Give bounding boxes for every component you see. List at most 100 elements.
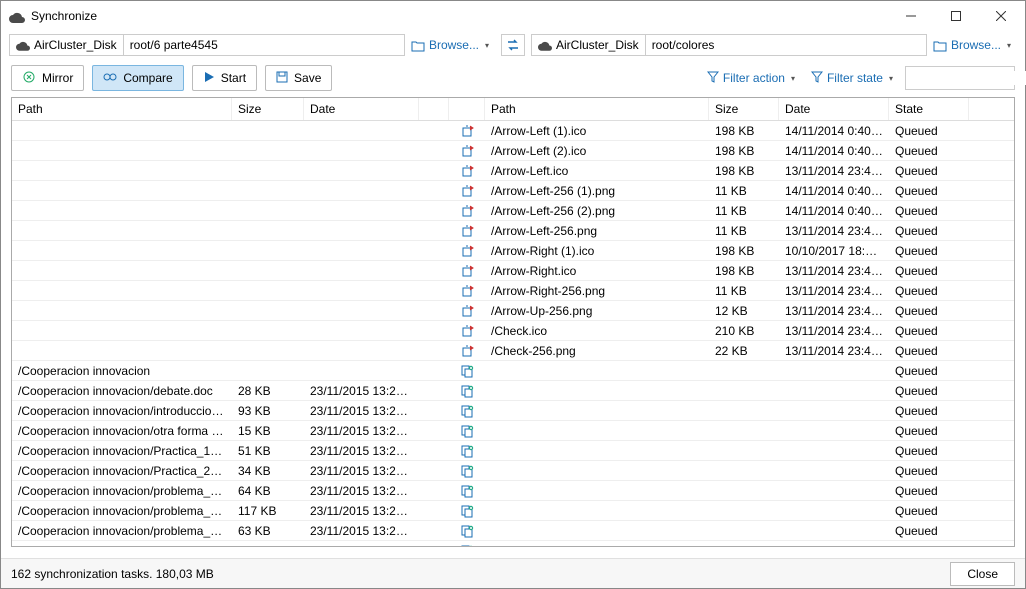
- table-row[interactable]: /Arrow-Left-256 (2).png11 KB14/11/2014 0…: [12, 201, 1014, 221]
- search-input[interactable]: [906, 71, 1026, 85]
- table-row[interactable]: /Arrow-Right (1).ico198 KB10/10/2017 18:…: [12, 241, 1014, 261]
- table-row[interactable]: /Arrow-Right-256.png11 KB13/11/2014 23:4…: [12, 281, 1014, 301]
- table-row[interactable]: /Arrow-Left.ico198 KB13/11/2014 23:40:28…: [12, 161, 1014, 181]
- right-action-icon[interactable]: [449, 484, 485, 498]
- right-action-icon[interactable]: [449, 124, 485, 138]
- cell-right-state: Queued: [889, 344, 969, 358]
- table-row[interactable]: /Arrow-Left-256 (1).png11 KB14/11/2014 0…: [12, 181, 1014, 201]
- right-action-icon[interactable]: [449, 224, 485, 238]
- maximize-button[interactable]: [933, 1, 978, 31]
- right-action-icon[interactable]: [449, 184, 485, 198]
- right-action-icon[interactable]: [449, 264, 485, 278]
- cell-right-state: Queued: [889, 204, 969, 218]
- folder-icon: [933, 38, 947, 52]
- col-right-state[interactable]: State: [889, 98, 969, 120]
- col-left-size[interactable]: Size: [232, 98, 304, 120]
- cell-left-path: /Cooperacion innovacion/otra forma de in…: [12, 424, 232, 438]
- cell-right-state: Queued: [889, 244, 969, 258]
- cell-right-state: Queued: [889, 464, 969, 478]
- right-action-icon[interactable]: [449, 144, 485, 158]
- table-row[interactable]: /Cooperacion innovacion/Practica_1_coope…: [12, 441, 1014, 461]
- cell-right-path: /Arrow-Left-256.png: [485, 224, 709, 238]
- col-right-path[interactable]: Path: [485, 98, 709, 120]
- right-path-input[interactable]: root/colores: [646, 38, 926, 52]
- cloud-icon: [538, 38, 552, 52]
- right-action-icon[interactable]: [449, 324, 485, 338]
- mirror-button[interactable]: Mirror: [11, 65, 84, 91]
- close-window-button[interactable]: [978, 1, 1023, 31]
- table-row[interactable]: /Arrow-Right.ico198 KB13/11/2014 23:40:5…: [12, 261, 1014, 281]
- table-row[interactable]: /Cooperacion innovacion/problema_01_Inn.…: [12, 501, 1014, 521]
- browse-label: Browse...: [429, 38, 479, 52]
- table-row[interactable]: /Check-256.png22 KB13/11/2014 23:41:54Qu…: [12, 341, 1014, 361]
- start-button[interactable]: Start: [192, 65, 257, 91]
- right-action-icon[interactable]: [449, 344, 485, 358]
- filter-state-dropdown[interactable]: Filter state: [807, 71, 897, 86]
- cell-right-state: Queued: [889, 524, 969, 538]
- table-row[interactable]: /Cooperacion innovacion/Practica_2_coope…: [12, 461, 1014, 481]
- col-left-path[interactable]: Path: [12, 98, 232, 120]
- compare-icon: [103, 70, 117, 87]
- minimize-button[interactable]: [888, 1, 933, 31]
- cell-left-date: 23/11/2015 13:23:37: [304, 504, 419, 518]
- col-right-action[interactable]: [449, 98, 485, 120]
- cell-right-path: /Arrow-Left (1).ico: [485, 124, 709, 138]
- right-action-icon[interactable]: [449, 404, 485, 418]
- close-button[interactable]: Close: [950, 562, 1015, 586]
- col-left-action[interactable]: [419, 98, 449, 120]
- table-row[interactable]: /Cooperacion innovacion/problema_01_S50.…: [12, 541, 1014, 546]
- col-right-date[interactable]: Date: [779, 98, 889, 120]
- cell-left-size: 15 KB: [232, 424, 304, 438]
- right-action-icon[interactable]: [449, 304, 485, 318]
- right-action-icon[interactable]: [449, 284, 485, 298]
- left-path-input[interactable]: root/6 parte4545: [124, 38, 404, 52]
- right-action-icon[interactable]: [449, 444, 485, 458]
- cell-right-date: 14/11/2014 0:40:32: [779, 204, 889, 218]
- right-action-icon[interactable]: [449, 384, 485, 398]
- right-action-icon[interactable]: [449, 164, 485, 178]
- right-action-icon[interactable]: [449, 524, 485, 538]
- table-row[interactable]: /Cooperacion innovacion/otra forma de in…: [12, 421, 1014, 441]
- mirror-icon: [22, 70, 36, 87]
- filter-action-dropdown[interactable]: Filter action: [703, 71, 799, 86]
- right-action-icon[interactable]: [449, 544, 485, 547]
- cell-right-date: 14/11/2014 0:40:28: [779, 144, 889, 158]
- left-browse-button[interactable]: Browse...: [405, 34, 495, 56]
- right-action-icon[interactable]: [449, 464, 485, 478]
- table-row[interactable]: /Cooperacion innovacionQueued: [12, 361, 1014, 381]
- table-row[interactable]: /Check.ico210 KB13/11/2014 23:41:51Queue…: [12, 321, 1014, 341]
- table-row[interactable]: /Arrow-Left (1).ico198 KB14/11/2014 0:40…: [12, 121, 1014, 141]
- col-left-date[interactable]: Date: [304, 98, 419, 120]
- table-row[interactable]: /Cooperacion innovacion/problema_01_Inn.…: [12, 481, 1014, 501]
- cell-right-path: /Arrow-Right.ico: [485, 264, 709, 278]
- table-row[interactable]: /Cooperacion innovacion/debate.doc28 KB2…: [12, 381, 1014, 401]
- cell-right-path: /Arrow-Left.ico: [485, 164, 709, 178]
- table-row[interactable]: /Arrow-Up-256.png12 KB13/11/2014 23:41:3…: [12, 301, 1014, 321]
- cell-left-date: 23/11/2015 13:23:27: [304, 404, 419, 418]
- table-row[interactable]: /Cooperacion innovacion/introduccion_S5.…: [12, 401, 1014, 421]
- save-button[interactable]: Save: [265, 65, 332, 91]
- search-box[interactable]: [905, 66, 1015, 90]
- cell-left-date: 23/11/2015 13:23:39: [304, 464, 419, 478]
- right-action-icon[interactable]: [449, 244, 485, 258]
- cell-left-date: 23/11/2015 13:23:47: [304, 484, 419, 498]
- grid-scroll[interactable]: Path Size Date Path Size Date State /Arr…: [12, 98, 1014, 546]
- col-right-size[interactable]: Size: [709, 98, 779, 120]
- swap-locations-button[interactable]: [501, 34, 525, 56]
- table-row[interactable]: /Arrow-Left (2).ico198 KB14/11/2014 0:40…: [12, 141, 1014, 161]
- titlebar: Synchronize: [1, 1, 1025, 31]
- compare-button[interactable]: Compare: [92, 65, 183, 91]
- right-action-icon[interactable]: [449, 364, 485, 378]
- right-action-icon[interactable]: [449, 204, 485, 218]
- cell-right-path: /Arrow-Left (2).ico: [485, 144, 709, 158]
- cell-right-date: 13/11/2014 23:40:28: [779, 164, 889, 178]
- table-row[interactable]: /Arrow-Left-256.png11 KB13/11/2014 23:40…: [12, 221, 1014, 241]
- right-action-icon[interactable]: [449, 424, 485, 438]
- right-browse-button[interactable]: Browse...: [927, 34, 1017, 56]
- table-row[interactable]: /Cooperacion innovacion/problema_01_S5..…: [12, 521, 1014, 541]
- right-action-icon[interactable]: [449, 504, 485, 518]
- cell-right-size: 198 KB: [709, 124, 779, 138]
- cell-right-date: 10/10/2017 18:32:08: [779, 244, 889, 258]
- cell-right-state: Queued: [889, 484, 969, 498]
- filter-action-label: Filter action: [723, 71, 785, 85]
